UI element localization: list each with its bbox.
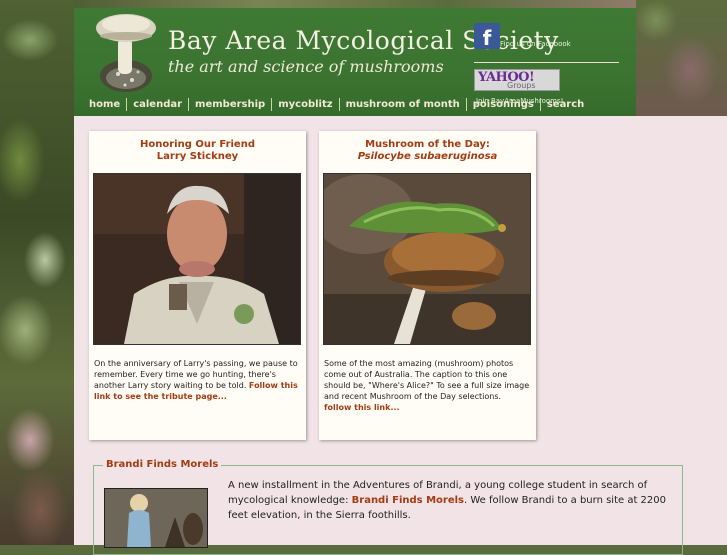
motd-species-name: Psilocybe subaeruginosa bbox=[357, 151, 498, 162]
brandi-photo[interactable] bbox=[104, 488, 208, 548]
nav-search[interactable]: search bbox=[542, 99, 589, 110]
nav-home[interactable]: home bbox=[84, 99, 125, 110]
motd-body: Some of the most amazing (mushroom) phot… bbox=[324, 359, 530, 401]
nav-calendar[interactable]: calendar bbox=[128, 99, 187, 110]
tribute-card: Honoring Our Friend Larry Stickney On th… bbox=[89, 131, 306, 440]
main-nav: home calendar membership mycoblitz mushr… bbox=[84, 98, 589, 111]
nav-separator bbox=[126, 98, 128, 111]
nav-mycoblitz[interactable]: mycoblitz bbox=[273, 99, 337, 110]
title-divider bbox=[474, 62, 619, 63]
tribute-title-line1: Honoring Our Friend bbox=[140, 139, 255, 150]
yahoo-groups-label: Groups bbox=[507, 81, 536, 90]
tribute-card-title: Honoring Our Friend Larry Stickney bbox=[89, 139, 306, 163]
background-foliage-top bbox=[74, 0, 636, 8]
site-tagline: the art and science of mushrooms bbox=[168, 57, 444, 76]
nav-poisonings[interactable]: poisonings bbox=[468, 99, 539, 110]
brandi-section-title[interactable]: Brandi Finds Morels bbox=[103, 459, 222, 470]
background-foliage-left bbox=[0, 0, 74, 545]
background-foliage-right bbox=[636, 0, 727, 116]
larry-stickney-photo[interactable] bbox=[93, 173, 301, 345]
nav-separator bbox=[188, 98, 190, 111]
motd-title-line1: Mushroom of the Day: bbox=[365, 139, 490, 150]
tribute-card-text: On the anniversary of Larry's passing, w… bbox=[94, 358, 300, 402]
mushroom-of-day-card: Mushroom of the Day: Psilocybe subaerugi… bbox=[319, 131, 536, 440]
nav-mushroom-of-month[interactable]: mushroom of month bbox=[341, 99, 465, 110]
psilocybe-photo[interactable] bbox=[323, 173, 531, 345]
nav-membership[interactable]: membership bbox=[190, 99, 270, 110]
nav-separator bbox=[539, 98, 541, 111]
motd-link[interactable]: follow this link... bbox=[324, 403, 400, 412]
nav-separator bbox=[271, 98, 273, 111]
tribute-title-line2: Larry Stickney bbox=[156, 151, 239, 162]
brandi-text: A new installment in the Adventures of B… bbox=[228, 478, 676, 523]
nav-separator bbox=[338, 98, 340, 111]
nav-separator bbox=[465, 98, 467, 111]
facebook-icon[interactable]: f bbox=[474, 23, 500, 50]
yahoo-groups-badge[interactable]: YAHOO! Groups bbox=[474, 69, 560, 91]
motd-card-text: Some of the most amazing (mushroom) phot… bbox=[324, 358, 530, 413]
facebook-link[interactable]: Find us on Facebook bbox=[500, 40, 571, 48]
mushroom-logo-icon[interactable] bbox=[92, 10, 156, 94]
mushroom-of-day-title: Mushroom of the Day: Psilocybe subaerugi… bbox=[319, 139, 536, 163]
brandi-link[interactable]: Brandi Finds Morels bbox=[352, 495, 464, 506]
